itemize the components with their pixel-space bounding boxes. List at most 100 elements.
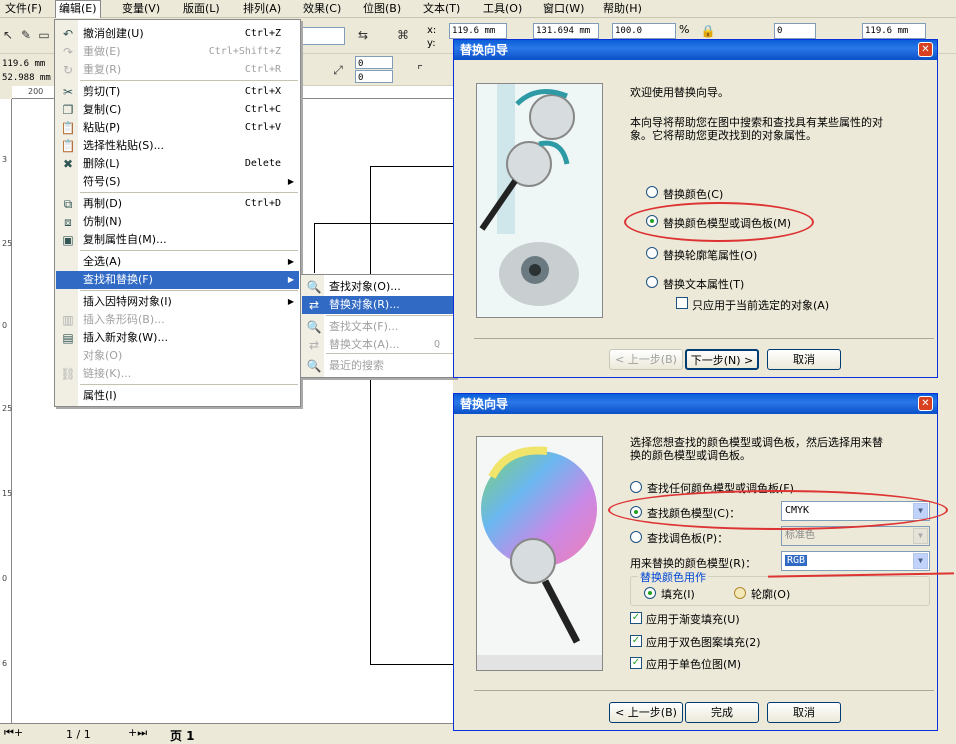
find-submenu-item[interactable]: ⇄ 替换对象(R)... <box>302 296 454 314</box>
chevron-down-icon[interactable]: ▼ <box>913 553 928 569</box>
mono-bitmap-checkbox[interactable]: ✓ <box>630 657 642 669</box>
close-icon[interactable]: ✕ <box>918 42 933 57</box>
x-label: x: <box>427 25 437 36</box>
edit-menu-item[interactable]: ❐ 复制(C) Ctrl+C <box>56 101 299 119</box>
mono-bitmap-label: 应用于单色位图(M) <box>646 658 742 671</box>
find-submenu-item[interactable]: ⇄ 替换文本(A)... Q <box>302 336 454 354</box>
ruler-left-label: 25 <box>2 239 13 248</box>
shape-line <box>314 223 465 224</box>
replace-color-radio[interactable] <box>646 186 658 198</box>
mirror-icon[interactable]: ⇆ <box>355 27 371 43</box>
menu-0[interactable]: 文件(F) <box>2 1 45 17</box>
edit-menu-item[interactable]: 📋 粘贴(P) Ctrl+V <box>56 119 299 137</box>
menu-item-label: 删除(L) <box>83 157 120 170</box>
edit-menu-item[interactable]: 对象(O) <box>56 347 299 365</box>
edit-menu-item[interactable]: ↷ 重做(E) Ctrl+Shift+Z <box>56 43 299 61</box>
edit-menu-item[interactable]: ✖ 删除(L) Delete <box>56 155 299 173</box>
find-objects-icon: 🔍 <box>306 280 322 294</box>
page-tab[interactable]: 页 1 <box>170 727 195 744</box>
scale-field[interactable]: 100.0 <box>612 23 676 39</box>
outline-radio[interactable] <box>734 587 746 599</box>
height-field[interactable]: 131.694 mm <box>533 23 599 39</box>
edit-menu-item[interactable]: 📋 选择性粘贴(S)... <box>56 137 299 155</box>
arrow-style-icon[interactable]: ⤢ <box>330 62 346 78</box>
edit-menu-item[interactable]: ✂ 剪切(T) Ctrl+X <box>56 83 299 101</box>
repeat-icon: ↻ <box>62 63 74 77</box>
back-button[interactable]: < 上一步(B) <box>609 702 683 723</box>
width-field[interactable]: 119.6 mm <box>449 23 507 39</box>
edit-menu-item[interactable]: ↻ 重复(R) Ctrl+R <box>56 61 299 79</box>
edit-menu-item[interactable]: ⛓ 链接(K)... <box>56 365 299 383</box>
menu-item-label: 查找文本(F)... <box>329 320 399 333</box>
gradient-fill-checkbox[interactable]: ✓ <box>630 612 642 624</box>
edit-menu-item[interactable]: 插入因特网对象(I) ▶ <box>56 293 299 311</box>
last-page-icon[interactable]: +⏭ <box>128 726 147 740</box>
red-annotation-circle <box>624 202 814 242</box>
menu-6[interactable]: 位图(B) <box>360 1 404 17</box>
divider <box>474 690 934 691</box>
replace-model-value: RGB <box>785 555 808 566</box>
edit-menu-item[interactable]: ▥ 插入条形码(B)... <box>56 311 299 329</box>
edit-menu-item[interactable]: ▣ 复制属性自(M)... <box>56 231 299 249</box>
shape-line <box>314 223 315 273</box>
fill-radio[interactable] <box>644 587 656 599</box>
only-selected-label: 只应用于当前选定的对象(A) <box>692 299 830 312</box>
left-height-readout: 52.988 mm <box>0 71 55 87</box>
edit-menu-item[interactable]: ⧉ 再制(D) Ctrl+D <box>56 195 299 213</box>
replace-text-radio[interactable] <box>646 276 658 288</box>
edit-menu-item[interactable]: 查找和替换(F) ▶ <box>56 271 299 289</box>
menu-9[interactable]: 窗口(W) <box>540 1 587 17</box>
ruler-left-label: 0 <box>2 574 8 583</box>
finish-button[interactable]: 完成 <box>685 702 759 723</box>
replace-objects-icon: ⇄ <box>308 298 320 312</box>
only-selected-checkbox[interactable] <box>676 297 688 309</box>
menu-5[interactable]: 效果(C) <box>300 1 344 17</box>
find-submenu-item[interactable]: 🔍 最近的搜索 <box>302 357 454 375</box>
menu-3[interactable]: 版面(L) <box>180 1 223 17</box>
pointer-tool-icon[interactable]: ↖ <box>0 27 16 43</box>
find-palette-value: 标准色 <box>785 530 815 541</box>
replace-outline-radio[interactable] <box>646 247 658 259</box>
outline-label: 轮廓(O) <box>751 588 791 601</box>
back-button[interactable]: < 上一步(B) <box>609 349 683 370</box>
crop-tool-icon[interactable]: ▭ <box>36 27 52 43</box>
two-color-pattern-checkbox[interactable]: ✓ <box>630 635 642 647</box>
first-page-icon[interactable]: ⏮+ <box>4 726 23 740</box>
find-submenu-item[interactable]: 🔍 查找文本(F)... <box>302 318 454 336</box>
transform-icon[interactable]: ⌘ <box>395 27 411 43</box>
clone-icon: ⧈ <box>64 215 72 229</box>
edit-menu-item[interactable]: 符号(S) ▶ <box>56 173 299 191</box>
menu-7[interactable]: 文本(T) <box>420 1 463 17</box>
edit-menu-item[interactable]: 属性(I) <box>56 387 299 405</box>
shape-tool-icon[interactable]: ✎ <box>18 27 34 43</box>
menu-2[interactable]: 变量(V) <box>119 1 163 17</box>
preset-dropdown[interactable] <box>300 27 345 45</box>
menu-4[interactable]: 排列(A) <box>240 1 284 17</box>
menu-1[interactable]: 编辑(E) <box>55 0 101 18</box>
find-palette-radio[interactable] <box>630 531 642 543</box>
menu-10[interactable]: 帮助(H) <box>600 1 645 17</box>
corner-icon[interactable]: ⌜ <box>412 62 428 78</box>
next-button[interactable]: 下一步(N) > <box>685 349 759 370</box>
cancel-button[interactable]: 取消 <box>767 702 841 723</box>
page-position: 1 / 1 <box>66 728 91 741</box>
edit-menu-item[interactable]: ⧈ 仿制(N) <box>56 213 299 231</box>
edit-menu-item[interactable]: ▤ 插入新对象(W)... <box>56 329 299 347</box>
chevron-down-icon[interactable]: ▼ <box>913 528 928 544</box>
right-width-field[interactable]: 119.6 mm <box>862 23 926 39</box>
nudge-a-field[interactable]: 0 <box>355 56 393 69</box>
rotate-field[interactable]: 0 <box>774 23 816 39</box>
replace-wizard-dialog: 替换向导 ✕ 欢迎使用替换向导。 本向导将帮助您在图中搜索和查找具有某些属性的对… <box>453 39 938 378</box>
menu-item-label: 插入新对象(W)... <box>83 331 168 344</box>
find-any-radio[interactable] <box>630 481 642 493</box>
close-icon[interactable]: ✕ <box>918 396 933 411</box>
find-submenu-item[interactable]: 🔍 查找对象(O)... <box>302 278 454 296</box>
edit-menu-item[interactable]: ↶ 撤消创建(U) Ctrl+Z <box>56 25 299 43</box>
edit-menu-item[interactable]: 全选(A) ▶ <box>56 253 299 271</box>
lock-ratio-icon[interactable]: 🔒 <box>700 23 716 39</box>
replace-model-dropdown[interactable]: RGB ▼ <box>781 551 930 571</box>
menu-item-label: 插入条形码(B)... <box>83 313 165 326</box>
menu-8[interactable]: 工具(O) <box>480 1 525 17</box>
cancel-button[interactable]: 取消 <box>767 349 841 370</box>
nudge-b-field[interactable]: 0 <box>355 70 393 83</box>
